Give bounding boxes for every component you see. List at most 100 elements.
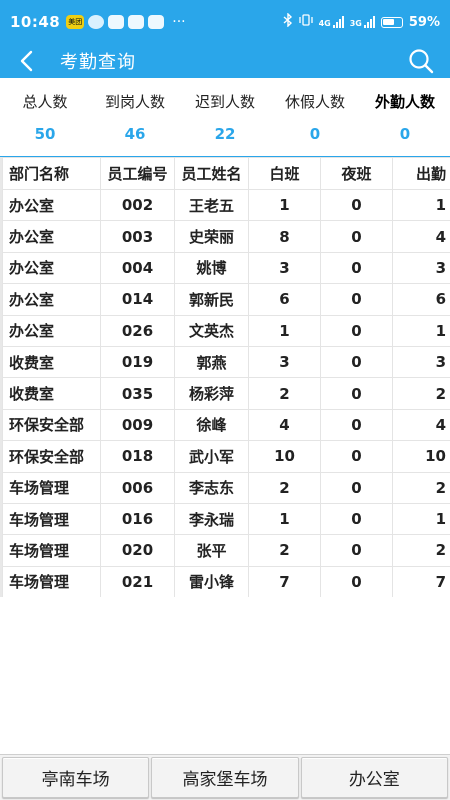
cell-night-shift: 0 — [320, 220, 393, 253]
cell-employee-id: 021 — [100, 565, 175, 597]
cell-dept: 收费室 — [2, 377, 101, 410]
cell-night-shift: 0 — [320, 534, 393, 567]
cell-employee-name: 杨彩萍 — [174, 377, 249, 410]
summary-field-work[interactable]: 外勤人数 0 — [360, 78, 450, 144]
cell-employee-id: 026 — [100, 314, 175, 347]
notification-icons: 美团 ··· — [66, 14, 186, 30]
bottom-tab-bar: 亭南车场 高家堡车场 办公室 — [0, 754, 450, 800]
cell-dept: 办公室 — [2, 314, 101, 347]
table-row[interactable]: 车场管理 021 雷小锋 7 0 7 — [2, 565, 450, 597]
notification-app-icon — [108, 15, 125, 29]
table-row[interactable]: 车场管理 006 李志东 2 0 2 — [2, 471, 450, 504]
cell-dept: 收费室 — [2, 345, 101, 379]
cell-night-shift: 0 — [320, 471, 393, 504]
cell-employee-id: 009 — [100, 408, 175, 442]
notification-app-icon-2 — [148, 15, 165, 29]
cell-attendance: 7 — [392, 565, 450, 597]
cell-attendance: 2 — [392, 471, 450, 504]
status-time: 10:48 — [10, 13, 61, 31]
cell-day-shift: 1 — [248, 188, 321, 222]
table-row[interactable]: 收费室 019 郭燕 3 0 3 — [2, 345, 450, 379]
summary-total[interactable]: 总人数 50 — [0, 78, 90, 144]
summary-label: 总人数 — [22, 93, 68, 111]
vibrate-icon — [298, 14, 313, 30]
tab-tingnan-parking[interactable]: 亭南车场 — [2, 757, 150, 798]
summary-value: 50 — [34, 125, 56, 143]
table-header-row: 部门名称 员工编号 员工姓名 白班 夜班 出勤 — [2, 157, 450, 190]
cell-day-shift: 2 — [248, 534, 321, 567]
cell-day-shift: 2 — [248, 377, 321, 410]
summary-value: 0 — [399, 125, 411, 143]
table-row[interactable]: 环保安全部 018 武小军 10 0 10 — [2, 440, 450, 473]
cell-dept: 办公室 — [2, 283, 101, 316]
summary-leave[interactable]: 休假人数 0 — [270, 78, 360, 144]
cell-attendance: 2 — [392, 534, 450, 567]
tab-office[interactable]: 办公室 — [300, 757, 448, 798]
cell-night-shift: 0 — [320, 251, 393, 285]
table-row[interactable]: 收费室 035 杨彩萍 2 0 2 — [2, 377, 450, 410]
attendance-table[interactable]: 部门名称 员工编号 员工姓名 白班 夜班 出勤 办公室 002 王老五 1 0 1 办公室 0… — [0, 157, 450, 597]
header-night-shift: 夜班 — [320, 157, 393, 190]
cell-employee-id: 018 — [100, 440, 175, 473]
message-icon — [128, 15, 145, 29]
summary-value: 0 — [309, 125, 321, 143]
cell-employee-id: 004 — [100, 251, 175, 285]
table-row[interactable]: 车场管理 020 张平 2 0 2 — [2, 534, 450, 567]
cell-attendance: 4 — [392, 220, 450, 253]
header-employee-id: 员工编号 — [100, 157, 175, 190]
cell-employee-name: 郭新民 — [174, 283, 249, 316]
cell-day-shift: 3 — [248, 345, 321, 379]
more-notifications-icon: ··· — [172, 14, 186, 30]
cell-attendance: 3 — [392, 251, 450, 285]
cell-employee-id: 014 — [100, 283, 175, 316]
cell-employee-name: 武小军 — [174, 440, 249, 473]
cell-attendance: 6 — [392, 283, 450, 316]
cell-day-shift: 6 — [248, 283, 321, 316]
cell-attendance: 2 — [392, 377, 450, 410]
cell-day-shift: 8 — [248, 220, 321, 253]
table-row[interactable]: 办公室 004 姚博 3 0 3 — [2, 251, 450, 285]
summary-label: 迟到人数 — [194, 93, 255, 111]
cell-attendance: 1 — [392, 188, 450, 222]
cell-day-shift: 7 — [248, 565, 321, 597]
cell-night-shift: 0 — [320, 565, 393, 597]
battery-icon — [380, 16, 403, 28]
table-row[interactable]: 办公室 014 郭新民 6 0 6 — [2, 283, 450, 316]
status-right: 4G 3G 59% — [283, 12, 440, 31]
table-row[interactable]: 办公室 026 文英杰 1 0 1 — [2, 314, 450, 347]
cell-employee-name: 王老五 — [174, 188, 249, 222]
cell-dept: 办公室 — [2, 188, 101, 222]
cell-dept: 车场管理 — [2, 565, 101, 597]
search-icon[interactable] — [406, 46, 436, 76]
header-dept: 部门名称 — [2, 157, 101, 190]
cell-night-shift: 0 — [320, 502, 393, 536]
cell-employee-id: 003 — [100, 220, 175, 253]
cell-attendance: 4 — [392, 408, 450, 442]
summary-value: 46 — [124, 125, 146, 143]
summary-on-duty[interactable]: 到岗人数 46 — [90, 78, 180, 144]
status-bar: 10:48 美团 ··· 4G 3G 59% — [0, 0, 450, 44]
cell-night-shift: 0 — [320, 188, 393, 222]
header-employee-name: 员工姓名 — [174, 157, 249, 190]
summary-late[interactable]: 迟到人数 22 — [180, 78, 270, 144]
cell-employee-name: 雷小锋 — [174, 565, 249, 597]
cell-day-shift: 10 — [248, 440, 321, 473]
summary-value: 22 — [214, 125, 236, 143]
cell-attendance: 1 — [392, 502, 450, 536]
table-row[interactable]: 车场管理 016 李永瑞 1 0 1 — [2, 502, 450, 536]
cell-day-shift: 2 — [248, 471, 321, 504]
cell-employee-name: 史荣丽 — [174, 220, 249, 253]
tab-gaojiabao-parking[interactable]: 高家堡车场 — [151, 757, 299, 798]
table-row[interactable]: 办公室 003 史荣丽 8 0 4 — [2, 220, 450, 253]
cell-employee-id: 002 — [100, 188, 175, 222]
signal-bars-icon-2 — [363, 16, 375, 28]
cell-dept: 环保安全部 — [2, 440, 101, 473]
battery-percent: 59% — [408, 14, 440, 30]
back-arrow-icon[interactable] — [6, 44, 46, 78]
cell-attendance: 3 — [392, 345, 450, 379]
table-row[interactable]: 环保安全部 009 徐峰 4 0 4 — [2, 408, 450, 442]
page-title: 考勤查询 — [60, 52, 136, 73]
summary-label: 休假人数 — [284, 93, 345, 111]
table-row[interactable]: 办公室 002 王老五 1 0 1 — [2, 188, 450, 222]
cell-employee-name: 姚博 — [174, 251, 249, 285]
